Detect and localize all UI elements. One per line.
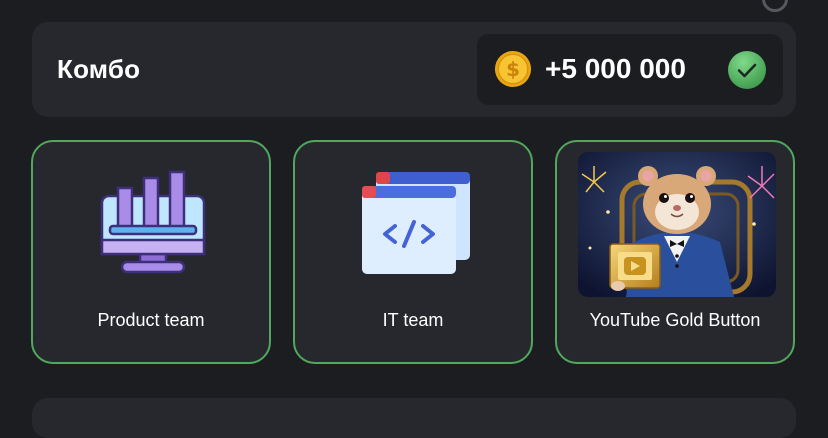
code-window-icon <box>362 172 470 274</box>
reward-amount: +5 000 000 <box>545 53 686 84</box>
svg-text:$: $ <box>506 57 520 81</box>
card-label: YouTube Gold Button <box>589 310 761 330</box>
gold-coin-icon: $ <box>494 50 532 88</box>
combo-card-youtube-gold-button[interactable]: YouTube Gold Button <box>555 140 795 364</box>
combo-card-product-team[interactable]: Product team <box>31 140 271 364</box>
check-circle-icon <box>728 51 766 89</box>
combo-title: Комбо <box>57 54 141 84</box>
combo-bar: Комбо $ +5 000 000 <box>32 22 796 117</box>
card-label: IT team <box>382 310 444 330</box>
hamster-gold-button-image <box>578 152 776 297</box>
combo-reward: $ +5 000 000 <box>477 34 783 105</box>
combo-card-it-team[interactable]: IT team <box>293 140 533 364</box>
top-corner-icon <box>762 0 788 12</box>
dashboard-chart-icon <box>100 170 206 274</box>
card-label: Product team <box>97 310 205 330</box>
next-section-panel <box>32 398 796 438</box>
